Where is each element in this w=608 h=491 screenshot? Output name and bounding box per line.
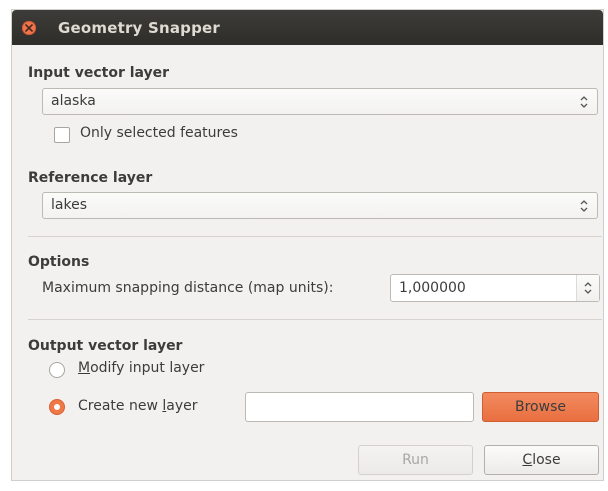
- title-bar: Geometry Snapper: [12, 10, 603, 45]
- snapping-distance-label: Maximum snapping distance (map units):: [42, 280, 334, 296]
- run-button[interactable]: Run: [358, 445, 473, 475]
- output-path-field[interactable]: [245, 392, 474, 422]
- input-layer-heading: Input vector layer: [28, 65, 170, 81]
- updown-arrows-icon: [580, 200, 588, 212]
- snapping-distance-spinbox[interactable]: 1,000000: [390, 274, 600, 302]
- close-button[interactable]: Close: [484, 445, 599, 475]
- modify-input-layer-label: Modify input layer: [78, 360, 205, 376]
- input-layer-value: alaska: [51, 93, 96, 109]
- options-heading: Options: [28, 254, 90, 270]
- only-selected-checkbox[interactable]: [54, 127, 70, 143]
- spin-buttons[interactable]: [576, 275, 599, 301]
- spin-arrows-icon: [584, 282, 592, 294]
- separator: [28, 236, 602, 237]
- separator: [28, 319, 602, 320]
- only-selected-label: Only selected features: [80, 125, 238, 141]
- close-icon: [25, 24, 33, 32]
- create-new-layer-label: Create new layer: [78, 398, 198, 414]
- window-close-button[interactable]: [22, 21, 36, 35]
- create-new-layer-radio[interactable]: [49, 399, 65, 415]
- reference-layer-heading: Reference layer: [28, 170, 153, 186]
- output-layer-heading: Output vector layer: [28, 338, 183, 354]
- input-layer-combo[interactable]: alaska: [42, 88, 598, 115]
- reference-layer-value: lakes: [51, 197, 87, 213]
- browse-button[interactable]: Browse: [482, 392, 599, 422]
- window-title: Geometry Snapper: [58, 19, 221, 37]
- updown-arrows-icon: [580, 96, 588, 108]
- dialog-window: Geometry Snapper Input vector layer alas…: [12, 10, 603, 480]
- reference-layer-combo[interactable]: lakes: [42, 192, 598, 219]
- modify-input-layer-radio[interactable]: [49, 362, 65, 378]
- snapping-distance-value: 1,000000: [399, 280, 466, 296]
